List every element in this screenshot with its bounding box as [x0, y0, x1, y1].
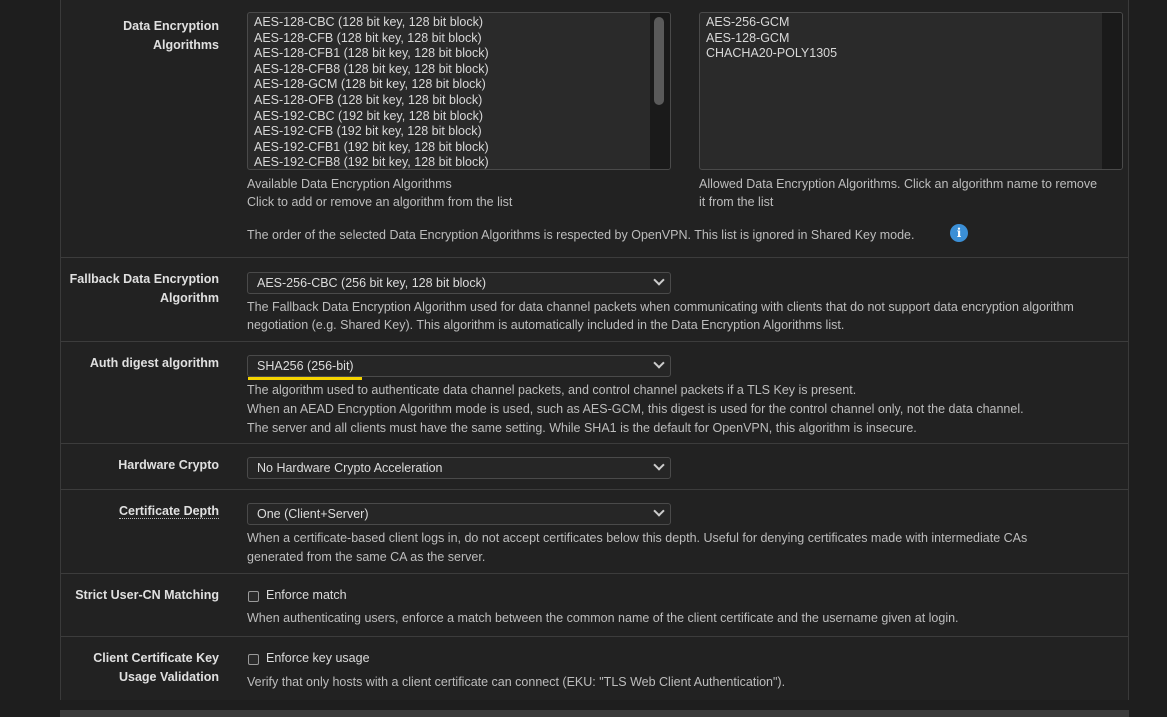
auth-digest-selected-value: SHA256 (256-bit): [257, 359, 354, 373]
list-item[interactable]: AES-128-CFB8 (128 bit key, 128 bit block…: [254, 62, 664, 78]
available-list-scrollbar[interactable]: [650, 13, 670, 169]
list-item[interactable]: AES-256-GCM: [706, 15, 1116, 31]
certificate-depth-row: Certificate Depth One (Client+Server) Wh…: [61, 490, 1128, 574]
auth-digest-help-line-1: The algorithm used to authenticate data …: [247, 383, 857, 397]
available-help-line-2: Click to add or remove an algorithm from…: [247, 195, 513, 209]
enforce-key-usage-label[interactable]: Enforce key usage: [266, 650, 370, 666]
client-key-usage-help: Verify that only hosts with a client cer…: [247, 675, 786, 689]
list-item[interactable]: AES-128-CBC (128 bit key, 128 bit block): [254, 15, 664, 31]
strict-cn-row: Strict User-CN Matching Enforce match Wh…: [61, 574, 1128, 637]
list-item[interactable]: AES-192-CFB8 (192 bit key, 128 bit block…: [254, 155, 664, 169]
allowed-list-scrollbar[interactable]: [1102, 13, 1122, 169]
chevron-down-icon: [653, 274, 665, 286]
allowed-help-line-1: Allowed Data Encryption Algorithms. Clic…: [699, 177, 1098, 191]
footer-strip: [60, 710, 1129, 717]
client-key-usage-label-line-1: Client Certificate Key: [93, 651, 219, 665]
fallback-help-line-1: The Fallback Data Encryption Algorithm u…: [247, 300, 1074, 314]
info-icon[interactable]: i: [950, 224, 968, 242]
certificate-depth-label: Certificate Depth: [118, 504, 219, 519]
list-item[interactable]: AES-128-GCM (128 bit key, 128 bit block): [254, 77, 664, 93]
list-item[interactable]: AES-128-GCM: [706, 31, 1116, 47]
certificate-depth-help-line-1: When a certificate-based client logs in,…: [247, 531, 1028, 545]
data-encryption-label: Data Encryption Algorithms: [123, 19, 219, 52]
list-item[interactable]: AES-128-CFB1 (128 bit key, 128 bit block…: [254, 46, 664, 62]
hardware-crypto-row: Hardware Crypto No Hardware Crypto Accel…: [61, 444, 1128, 490]
auth-digest-help-line-2: When an AEAD Encryption Algorithm mode i…: [247, 402, 1024, 416]
fallback-label-line-2: Algorithm: [159, 291, 219, 305]
certificate-depth-selected-value: One (Client+Server): [257, 507, 369, 521]
enforce-match-checkbox[interactable]: [248, 591, 259, 602]
list-item[interactable]: CHACHA20-POLY1305: [706, 46, 1116, 62]
certificate-depth-select[interactable]: One (Client+Server): [247, 503, 671, 525]
list-item[interactable]: AES-128-CFB (128 bit key, 128 bit block): [254, 31, 664, 47]
strict-cn-label: Strict User-CN Matching: [75, 588, 219, 602]
auth-digest-row: Auth digest algorithm SHA256 (256-bit) T…: [61, 342, 1128, 444]
client-key-usage-label-line-2: Usage Validation: [118, 670, 219, 684]
strict-cn-help: When authenticating users, enforce a mat…: [247, 611, 959, 625]
fallback-label: Fallback Data Encryption Algorithm: [59, 270, 219, 308]
chevron-down-icon: [653, 357, 665, 369]
fallback-label-line-1: Fallback Data Encryption: [69, 272, 219, 286]
order-note: The order of the selected Data Encryptio…: [247, 228, 915, 242]
list-item[interactable]: AES-192-CFB1 (192 bit key, 128 bit block…: [254, 140, 664, 156]
fallback-help-line-2: negotiation (e.g. Shared Key). This algo…: [247, 318, 845, 332]
available-algorithms-list[interactable]: AES-128-CBC (128 bit key, 128 bit block)…: [247, 12, 671, 170]
fallback-select[interactable]: AES-256-CBC (256 bit key, 128 bit block): [247, 272, 671, 294]
hardware-crypto-select[interactable]: No Hardware Crypto Acceleration: [247, 457, 671, 479]
allowed-help-line-2: it from the list: [699, 195, 774, 209]
list-item[interactable]: AES-192-CFB (192 bit key, 128 bit block): [254, 124, 664, 140]
scrollbar-thumb[interactable]: [654, 17, 664, 105]
auth-digest-select[interactable]: SHA256 (256-bit): [247, 355, 671, 377]
auth-digest-help-line-3: The server and all clients must have the…: [247, 421, 917, 435]
hardware-crypto-label: Hardware Crypto: [118, 458, 219, 472]
chevron-down-icon: [653, 459, 665, 471]
client-key-usage-label: Client Certificate Key Usage Validation: [59, 649, 219, 687]
chevron-down-icon: [653, 505, 665, 517]
fallback-row: Fallback Data Encryption Algorithm AES-2…: [61, 258, 1128, 342]
enforce-match-label[interactable]: Enforce match: [266, 587, 347, 603]
settings-panel: Data Encryption Algorithms AES-128-CBC (…: [60, 0, 1129, 700]
fallback-selected-value: AES-256-CBC (256 bit key, 128 bit block): [257, 276, 487, 290]
auth-digest-label: Auth digest algorithm: [89, 356, 219, 370]
certificate-depth-help-line-2: generated from the same CA as the server…: [247, 550, 486, 564]
highlight-underline: [248, 377, 362, 380]
hardware-crypto-selected-value: No Hardware Crypto Acceleration: [257, 461, 443, 475]
available-help-line-1: Available Data Encryption Algorithms: [247, 177, 452, 191]
allowed-algorithms-list[interactable]: AES-256-GCM AES-128-GCM CHACHA20-POLY1305: [699, 12, 1123, 170]
data-encryption-row: Data Encryption Algorithms AES-128-CBC (…: [61, 0, 1128, 258]
enforce-key-usage-checkbox[interactable]: [248, 654, 259, 665]
client-key-usage-row: Client Certificate Key Usage Validation …: [61, 637, 1128, 700]
list-item[interactable]: AES-128-OFB (128 bit key, 128 bit block): [254, 93, 664, 109]
list-item[interactable]: AES-192-CBC (192 bit key, 128 bit block): [254, 109, 664, 125]
